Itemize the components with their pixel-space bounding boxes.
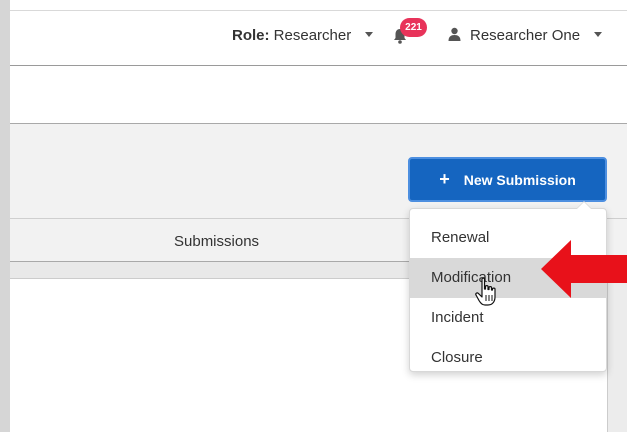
sub-header xyxy=(10,66,627,124)
hand-cursor-icon xyxy=(475,277,496,306)
menu-item-incident[interactable]: Incident xyxy=(410,298,606,338)
role-label: Role: xyxy=(232,27,270,44)
notification-badge: 221 xyxy=(400,18,427,37)
new-submission-button[interactable]: + New Submission xyxy=(408,157,607,202)
menu-item-closure[interactable]: Closure xyxy=(410,338,606,378)
actions-panel: + New Submission xyxy=(10,124,627,218)
role-selector[interactable]: Role: Researcher xyxy=(232,27,374,44)
left-edge xyxy=(0,0,10,432)
role-value: Researcher xyxy=(273,27,352,44)
new-submission-label: New Submission xyxy=(463,171,576,188)
tab-submissions[interactable]: Submissions xyxy=(174,233,259,250)
user-name: Researcher One xyxy=(470,27,581,44)
caret-down-icon xyxy=(365,31,374,37)
right-edge xyxy=(608,278,627,432)
plus-icon: + xyxy=(439,169,450,189)
caret-down-icon xyxy=(594,31,603,37)
user-icon xyxy=(448,27,461,41)
red-arrow-icon xyxy=(541,240,627,298)
user-menu[interactable]: Researcher One xyxy=(448,27,603,44)
top-navbar: Role: Researcher 221 Researcher One xyxy=(10,10,627,66)
